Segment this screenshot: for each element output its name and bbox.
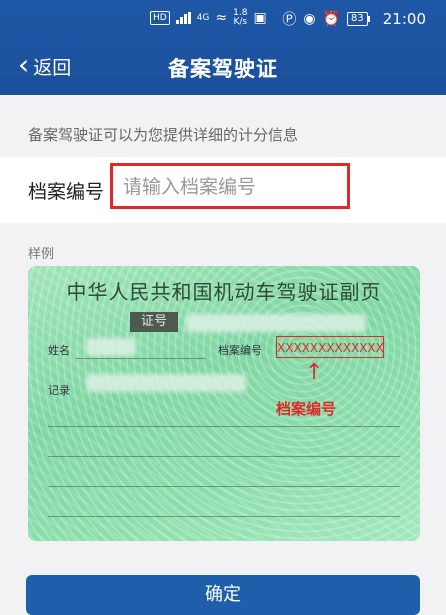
- blurred-cert-number: [186, 314, 366, 332]
- record-label: 记录: [48, 384, 70, 397]
- header-bar: HD 4G ≈ 1.8 K/s ▣ Ⓟ ◉ ⏰ 83 21:00 ‹ 返回 备案…: [0, 0, 446, 95]
- name-underline: [76, 358, 206, 359]
- nav-bar: ‹ 返回 备案驾驶证: [0, 45, 446, 91]
- file-number-label: 档案编号: [28, 181, 105, 203]
- nfc-icon: Ⓟ: [282, 12, 297, 28]
- network-type: 4G: [196, 13, 210, 23]
- record-line-2: [48, 456, 400, 457]
- app-notification-icon: ▣: [253, 10, 267, 26]
- alarm-icon: ⏰: [322, 11, 341, 27]
- cert-number-tag: 证号: [130, 312, 178, 332]
- sample-license-image: 中华人民共和国机动车驾驶证副页 证号 姓名 档案编号 XXXXXXXXXXXXX…: [28, 266, 420, 541]
- record-line-3: [48, 486, 400, 487]
- file-no-label: 档案编号: [218, 344, 262, 357]
- blurred-name: [86, 338, 136, 356]
- page-title: 备案驾驶证: [168, 57, 278, 81]
- hd-badge: HD: [150, 11, 170, 25]
- battery-icon: 83: [347, 12, 370, 26]
- eye-comfort-icon: ◉: [303, 11, 316, 27]
- blurred-record: [86, 374, 246, 392]
- arrow-up-icon: ↑: [305, 360, 324, 385]
- status-right-icons: Ⓟ ◉ ⏰ 83 21:00: [282, 9, 426, 29]
- record-line-1: [48, 426, 400, 427]
- example-label: 样例: [28, 247, 55, 262]
- file-number-row: 档案编号 请输入档案编号: [0, 157, 446, 223]
- name-label: 姓名: [48, 344, 70, 357]
- confirm-button[interactable]: 确定: [26, 575, 420, 615]
- record-line-4: [48, 516, 400, 517]
- clock: 21:00: [382, 10, 426, 28]
- status-left-icons: HD 4G ≈ 1.8 K/s ▣: [150, 9, 267, 27]
- status-bar: HD 4G ≈ 1.8 K/s ▣ Ⓟ ◉ ⏰ 83 21:00: [0, 0, 446, 38]
- signal-icon: [175, 12, 191, 24]
- sample-file-number: XXXXXXXXXXXXX: [276, 336, 384, 358]
- network-speed: 1.8 K/s: [233, 8, 248, 27]
- info-hint: 备案驾驶证可以为您提供详细的计分信息: [28, 126, 299, 144]
- file-number-callout: 档案编号: [276, 400, 337, 418]
- wifi-icon: ≈: [215, 10, 228, 26]
- card-title: 中华人民共和国机动车驾驶证副页: [66, 280, 382, 304]
- file-number-input[interactable]: 请输入档案编号: [110, 163, 350, 209]
